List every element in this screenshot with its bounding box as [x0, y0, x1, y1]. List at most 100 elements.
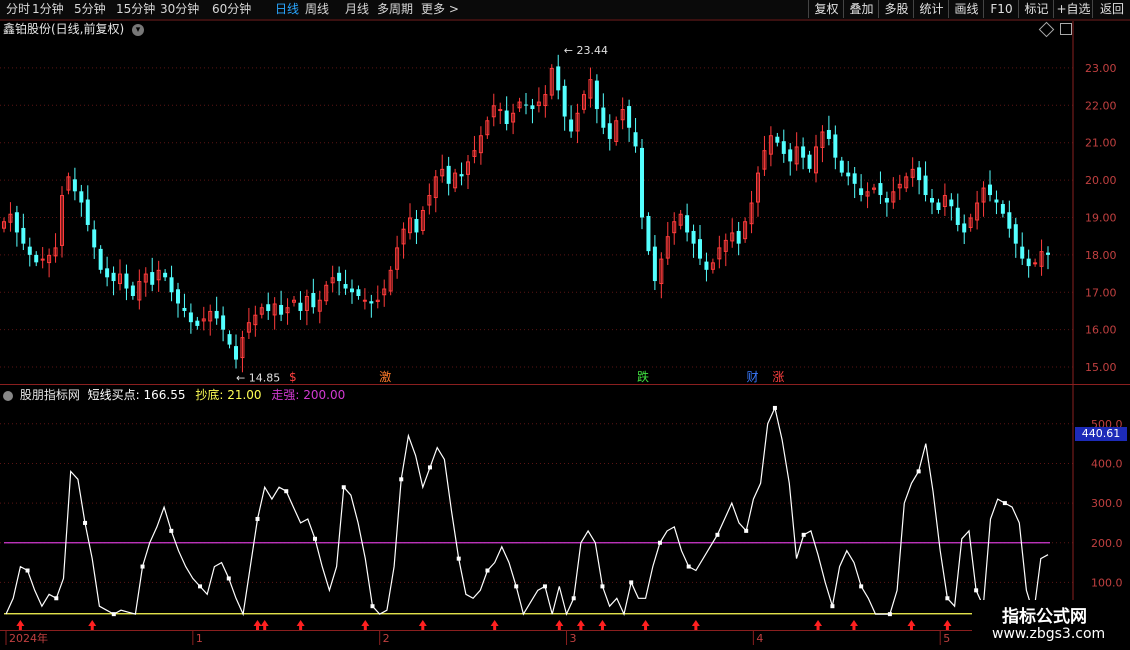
candle-body-up — [362, 299, 367, 302]
buy-arrow — [849, 620, 858, 630]
indicator-header: 股朋指标网 短线买点: 166.55 抄底: 21.00 走强: 200.00 — [3, 388, 345, 402]
buy-arrow — [641, 620, 650, 630]
candle-body-down — [279, 304, 284, 315]
price-tick-label: 15.00 — [1085, 361, 1117, 374]
candle-body-down — [556, 66, 561, 91]
chevron-down-icon[interactable]: ▾ — [132, 23, 145, 36]
indicator-tick-label: 200.0 — [1091, 537, 1123, 550]
candle-body-down — [685, 215, 690, 233]
buy-point-dot — [456, 556, 461, 561]
x-tick-label: 4 — [756, 632, 763, 645]
candle-body-down — [884, 198, 889, 203]
candle-body-down — [176, 289, 180, 304]
buy-point-dot — [169, 528, 174, 533]
candle-body-up — [1033, 262, 1038, 265]
buy-point-dot — [341, 485, 346, 490]
buy-arrow — [296, 620, 305, 630]
buy-point-dot — [801, 532, 806, 537]
panel-toggle-icon[interactable] — [1060, 23, 1072, 35]
buy-arrow — [88, 620, 97, 630]
candle-body-down — [839, 160, 844, 173]
candle-body-down — [188, 312, 193, 323]
buy-point-line — [5, 406, 1049, 617]
buy-point-dot — [945, 596, 950, 601]
candle-body-down — [446, 165, 451, 184]
candle-body-down — [878, 183, 883, 196]
price-tick-label: 17.00 — [1085, 286, 1117, 299]
candle-body-down — [79, 191, 84, 203]
grid-layer — [0, 67, 1073, 583]
buy-point-dot — [370, 604, 375, 609]
price-tick-label: 19.00 — [1085, 211, 1117, 224]
candle-body-down — [962, 223, 967, 233]
candle-body-down — [698, 239, 702, 259]
buy-point-dot — [313, 536, 318, 541]
price-tick-label: 22.00 — [1085, 99, 1117, 112]
buy-point-dot — [744, 528, 749, 533]
candle-body-down — [607, 123, 612, 139]
candle-body-down — [775, 136, 780, 143]
price-tick-label: 23.00 — [1085, 62, 1117, 75]
buy-point-dot — [255, 516, 260, 521]
candle-body-down — [124, 273, 129, 289]
x-tick-label: 5 — [943, 632, 950, 645]
candle-body-down — [1013, 224, 1018, 244]
buy-point-dot — [657, 540, 662, 545]
candle-body-down — [917, 167, 922, 181]
candle-body-down — [627, 106, 632, 128]
candle-body-down — [936, 202, 941, 210]
settings-dot-icon[interactable] — [3, 390, 13, 401]
candle-body-down — [111, 272, 116, 282]
buy-point-dot — [830, 604, 835, 609]
candle-body-down — [150, 272, 155, 285]
candle-body-down — [369, 301, 374, 304]
candle-body-down — [298, 302, 303, 311]
buy-arrow — [555, 620, 564, 630]
candle-body-down — [955, 207, 960, 225]
candle-body-down — [105, 268, 110, 278]
buy-point-dot — [715, 532, 720, 537]
candle-body-down — [504, 110, 509, 124]
indicator-layer — [4, 405, 1050, 630]
candle-body-down — [949, 199, 954, 207]
indicator-tick-label: 300.0 — [1091, 497, 1123, 510]
watermark-url: www.zbgs3.com — [992, 626, 1106, 642]
low-price-label: ← 14.85 — [236, 372, 280, 385]
buy-point-dot — [1002, 501, 1007, 506]
price-tick-label: 20.00 — [1085, 174, 1117, 187]
candle-body-down — [72, 179, 77, 192]
event-marker: 涨 — [772, 369, 784, 384]
watermark: 指标公式网 www.zbgs3.com — [972, 600, 1130, 650]
candle-body-down — [788, 149, 793, 162]
event-marker: 财 — [747, 370, 759, 384]
candle-body-down — [221, 315, 226, 330]
candle-body-down — [343, 284, 348, 289]
candle-body-down — [988, 184, 992, 196]
chart-title: 鑫铂股份(日线,前复权) — [3, 22, 125, 36]
candle-body-down — [562, 85, 567, 117]
chart-title-row: 鑫铂股份(日线,前复权) ▾ — [3, 22, 145, 36]
candle-body-down — [1020, 246, 1025, 259]
buy-point-dot — [427, 465, 432, 470]
series-label-strong: 走强: 200.00 — [271, 388, 346, 402]
candle-body-down — [846, 172, 851, 177]
series-label-buy: 短线买点: 166.55 — [87, 388, 186, 402]
candle-body-down — [704, 261, 709, 270]
candle-body-down — [34, 254, 39, 263]
buy-point-dot — [485, 568, 490, 573]
high-price-label: ← 23.44 — [564, 44, 608, 57]
buy-arrow — [943, 620, 952, 630]
buy-arrow — [490, 620, 499, 630]
buy-arrow — [16, 620, 25, 630]
candle-body-down — [923, 175, 928, 196]
candle-body-down — [337, 272, 342, 282]
candle-body-down — [227, 334, 232, 345]
buy-arrow — [260, 620, 269, 630]
candle-body-down — [1046, 252, 1050, 255]
candle-body-down — [781, 141, 786, 154]
candle-body-down — [195, 320, 200, 326]
candle-body-down — [169, 277, 174, 293]
indicator-tick-label: 100.0 — [1091, 576, 1123, 589]
buy-point-dot — [916, 469, 921, 474]
candle-body-down — [852, 173, 857, 184]
